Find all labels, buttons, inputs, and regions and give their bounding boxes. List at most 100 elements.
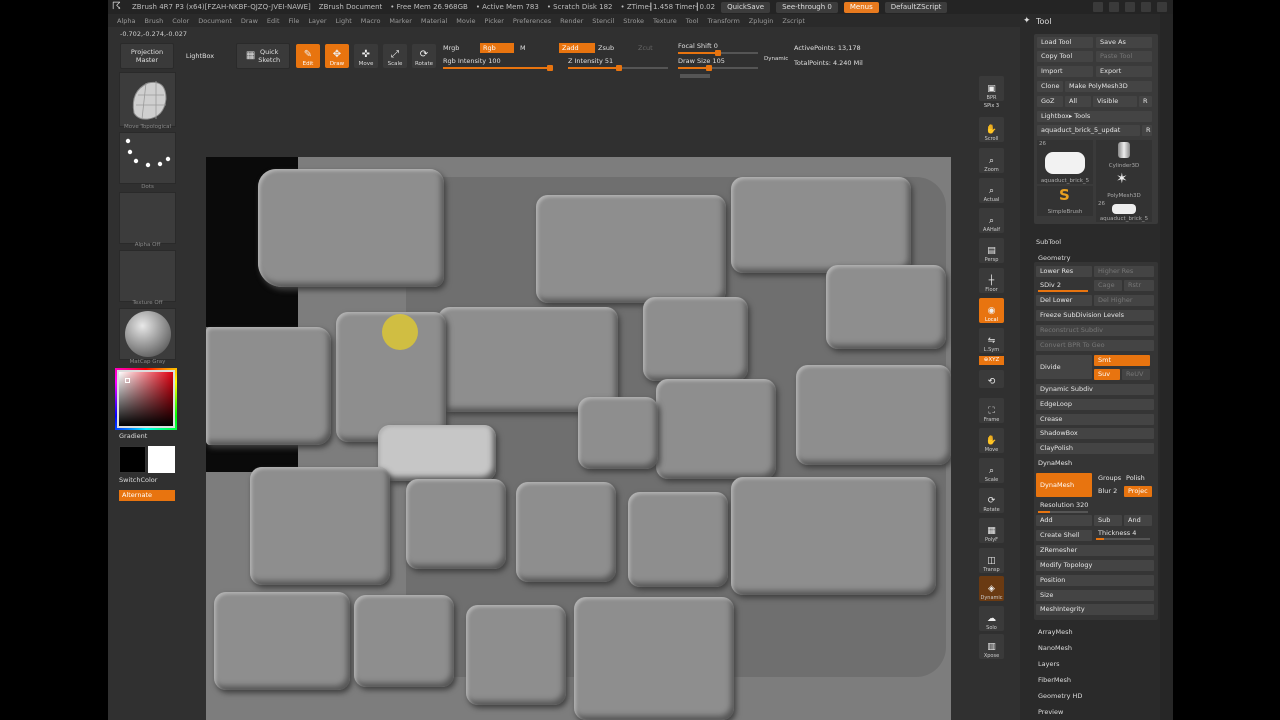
geometry-hd-section[interactable]: Geometry HD — [1038, 692, 1082, 700]
current-tool-r-button[interactable]: R — [1142, 125, 1152, 136]
cage-button[interactable]: Cage — [1094, 280, 1122, 291]
menu-layer[interactable]: Layer — [308, 17, 326, 25]
reuv-toggle[interactable]: ReUV — [1122, 369, 1150, 380]
lightbox-button[interactable]: LightBox — [176, 43, 224, 69]
edgeloop-button[interactable]: EdgeLoop — [1036, 399, 1154, 410]
floor-button[interactable]: ┼ Floor — [979, 268, 1004, 293]
local-button[interactable]: ◉ Local — [979, 298, 1004, 323]
convert-bpr-button[interactable]: Convert BPR To Geo — [1036, 340, 1154, 351]
alternate-button[interactable]: Alternate — [119, 490, 175, 501]
menu-transform[interactable]: Transform — [707, 17, 739, 25]
quick-sketch-button[interactable]: ▦ Quick Sketch — [236, 43, 290, 69]
subtool-section[interactable]: SubTool — [1036, 238, 1061, 246]
bpr-button[interactable]: ▣ BPR — [979, 76, 1004, 101]
canvas-viewport[interactable] — [206, 157, 951, 720]
z-intensity-slider[interactable] — [568, 65, 668, 71]
polish-toggle[interactable]: Polish — [1122, 473, 1152, 484]
persp-button[interactable]: ▤ Persp — [979, 238, 1004, 263]
gradient-label[interactable]: Gradient — [119, 432, 147, 440]
scroll-button[interactable]: ✋ Scroll — [979, 117, 1004, 142]
lower-res-button[interactable]: Lower Res — [1036, 266, 1092, 277]
frame-button[interactable]: ⛶ Frame — [979, 398, 1004, 423]
create-shell-button[interactable]: Create Shell — [1036, 530, 1092, 541]
menu-stroke[interactable]: Stroke — [623, 17, 644, 25]
thickness-slider-track[interactable] — [1096, 538, 1150, 540]
rgb-intensity-slider[interactable] — [443, 65, 553, 71]
see-through-slider[interactable]: See-through 0 — [776, 1, 838, 13]
zadd-button[interactable]: Zadd — [559, 43, 595, 53]
simplebrush-thumb[interactable]: S SimpleBrush — [1037, 186, 1093, 216]
menu-zscript[interactable]: Zscript — [782, 17, 805, 25]
menu-preferences[interactable]: Preferences — [513, 17, 551, 25]
texture-selector[interactable] — [119, 250, 176, 302]
main-color-swatch[interactable] — [119, 446, 146, 473]
layout-icon[interactable] — [1109, 2, 1119, 12]
meshintegrity-button[interactable]: MeshIntegrity — [1036, 604, 1154, 615]
brush-selector[interactable] — [119, 72, 176, 127]
right-tray-scrollbar[interactable] — [1160, 14, 1173, 720]
aahalf-button[interactable]: ⌕ AAHalf — [979, 208, 1004, 233]
crease-button[interactable]: Crease — [1036, 414, 1154, 425]
material-selector[interactable] — [119, 308, 176, 360]
menu-movie[interactable]: Movie — [456, 17, 475, 25]
and-button[interactable]: And — [1124, 515, 1152, 526]
menu-draw[interactable]: Draw — [241, 17, 258, 25]
geometry-section[interactable]: Geometry — [1038, 254, 1070, 262]
dynamic-toggle[interactable]: Dynamic — [764, 56, 788, 62]
minimize-icon[interactable] — [1125, 2, 1135, 12]
project-toggle[interactable]: Projec — [1124, 486, 1152, 497]
menu-zplugin[interactable]: Zplugin — [749, 17, 774, 25]
rgb-button[interactable]: Rgb — [480, 43, 514, 53]
current-tool-slider[interactable]: aquaduct_brick_5_updat — [1037, 125, 1140, 136]
rotate-view-button[interactable]: ⟳ Rotate — [979, 488, 1004, 513]
stroke-selector[interactable] — [119, 132, 176, 184]
rotate-button[interactable]: ⟳ Rotate — [412, 44, 436, 68]
make-polymesh-button[interactable]: Make PolyMesh3D — [1065, 81, 1152, 92]
menu-alpha[interactable]: Alpha — [117, 17, 135, 25]
copy-tool-button[interactable]: Copy Tool — [1037, 51, 1093, 62]
paste-tool-button[interactable]: Paste Tool — [1096, 51, 1152, 62]
polyf-button[interactable]: ▦ PolyF — [979, 518, 1004, 543]
menu-brush[interactable]: Brush — [144, 17, 163, 25]
dynamic-button[interactable]: ◈ Dynamic — [979, 576, 1004, 601]
scale-button[interactable]: ⤢ Scale — [383, 44, 407, 68]
shelf-scroll-handle[interactable] — [680, 74, 710, 78]
suv-toggle[interactable]: Suv — [1094, 369, 1120, 380]
goz-button[interactable]: GoZ — [1037, 96, 1063, 107]
del-higher-button[interactable]: Del Higher — [1094, 295, 1154, 306]
reconstruct-subdiv-button[interactable]: Reconstruct Subdiv — [1036, 325, 1154, 336]
current-tool-thumb[interactable]: 26 aquaduct_brick_5 — [1037, 140, 1093, 184]
move-button[interactable]: ✜ Move — [354, 44, 378, 68]
modify-topology-button[interactable]: Modify Topology — [1036, 560, 1154, 571]
sub-button[interactable]: Sub — [1094, 515, 1122, 526]
layers-section[interactable]: Layers — [1038, 660, 1060, 668]
xpose-button[interactable]: ▥ Xpose — [979, 634, 1004, 659]
claypolish-button[interactable]: ClayPolish — [1036, 443, 1154, 454]
rotate-axis-button[interactable]: ⟲ — [979, 370, 1004, 388]
brick-small-thumb[interactable]: 26 aquaduct_brick_5 — [1096, 200, 1152, 222]
dynamesh-button[interactable]: DynaMesh — [1036, 473, 1092, 497]
cylinder3d-thumb[interactable]: Cylinder3D — [1096, 140, 1152, 170]
menu-marker[interactable]: Marker — [389, 17, 411, 25]
resolution-slider[interactable]: Resolution 320 — [1036, 500, 1154, 511]
shadowbox-button[interactable]: ShadowBox — [1036, 428, 1154, 439]
blur-slider[interactable]: Blur 2 — [1094, 486, 1122, 497]
add-button[interactable]: Add — [1036, 515, 1092, 526]
lsym-button[interactable]: ⇋ L.Sym — [979, 328, 1004, 353]
all-button[interactable]: All — [1065, 96, 1091, 107]
color-picker-handle[interactable] — [125, 378, 130, 383]
menu-texture[interactable]: Texture — [653, 17, 677, 25]
secondary-color-swatch[interactable] — [148, 446, 175, 473]
quicksave-button[interactable]: QuickSave — [721, 1, 771, 13]
zoom-button[interactable]: ⌕ Zoom — [979, 148, 1004, 173]
fibermesh-section[interactable]: FiberMesh — [1038, 676, 1071, 684]
menu-macro[interactable]: Macro — [361, 17, 381, 25]
load-tool-button[interactable]: Load Tool — [1037, 37, 1093, 48]
freeze-subdivision-button[interactable]: Freeze SubDivision Levels — [1036, 310, 1154, 321]
help-icon[interactable] — [1093, 2, 1103, 12]
del-lower-button[interactable]: Del Lower — [1036, 295, 1092, 306]
dynamic-subdiv-button[interactable]: Dynamic Subdiv — [1036, 384, 1154, 395]
resolution-slider-track[interactable] — [1038, 511, 1088, 513]
import-button[interactable]: Import — [1037, 66, 1093, 77]
focal-shift-slider[interactable] — [678, 50, 758, 56]
